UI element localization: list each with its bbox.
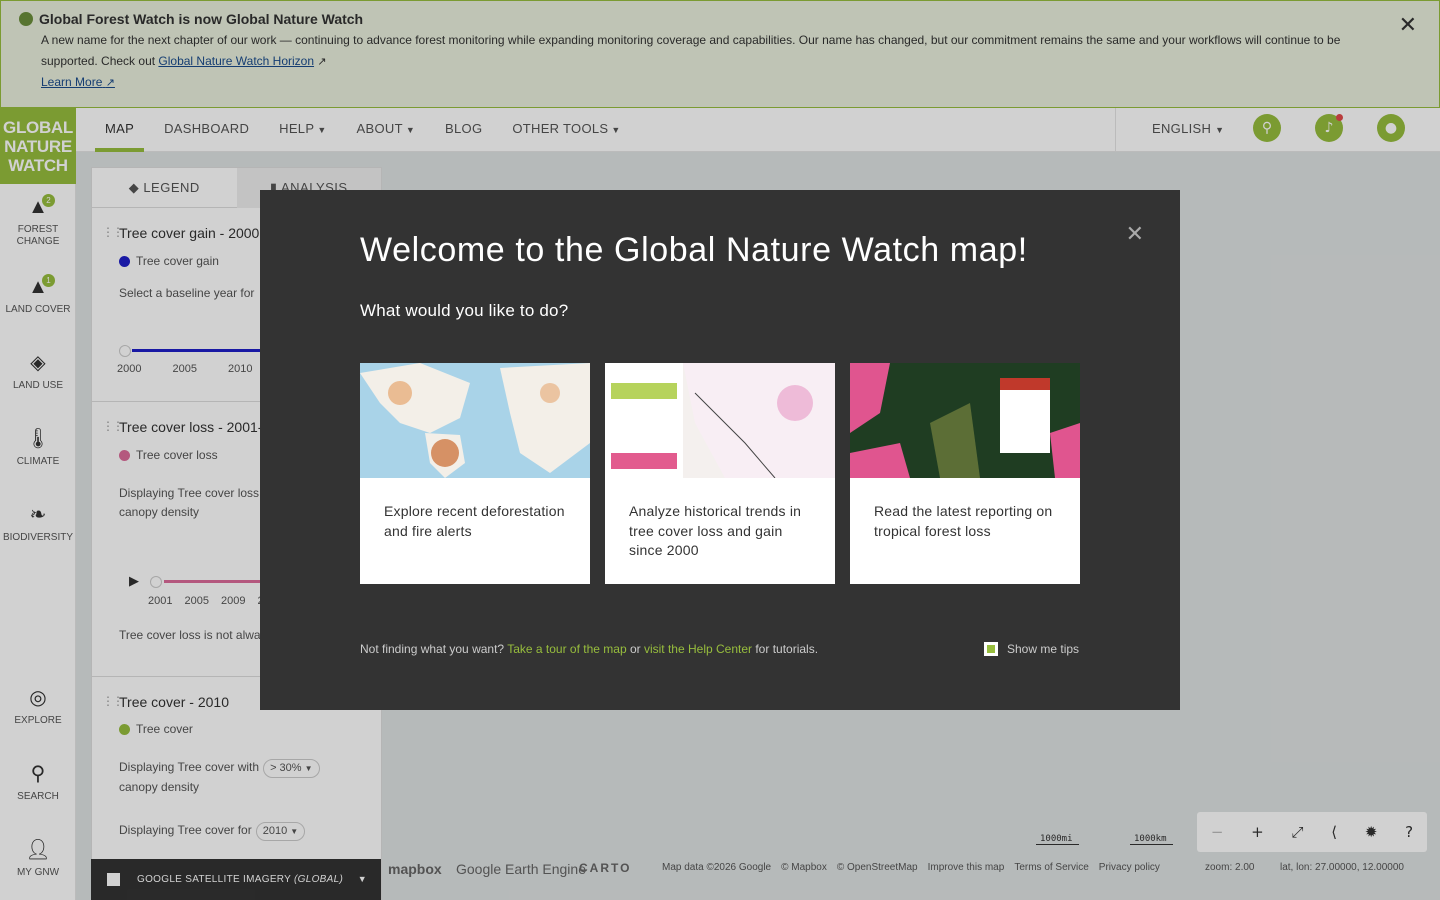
card-read-reporting[interactable]: Read the latest reporting on tropical fo… xyxy=(850,363,1080,584)
card-label: Explore recent deforestation and fire al… xyxy=(384,503,565,539)
card-thumbnail-chart xyxy=(605,363,835,478)
footer-text: Not finding what you want? xyxy=(360,642,508,656)
modal-close-icon[interactable]: ✕ xyxy=(1126,222,1144,247)
card-thumbnail-satellite xyxy=(850,363,1080,478)
card-label: Analyze historical trends in tree cover … xyxy=(629,503,802,558)
welcome-modal: ✕ Welcome to the Global Nature Watch map… xyxy=(260,190,1180,710)
modal-subtitle: What would you like to do? xyxy=(360,301,569,320)
trends-illustration xyxy=(605,363,835,478)
modal-footer-text: Not finding what you want? Take a tour o… xyxy=(360,642,818,656)
show-tips-checkbox[interactable] xyxy=(984,642,998,656)
tour-link[interactable]: Take a tour of the map xyxy=(507,642,626,656)
option-cards: Explore recent deforestation and fire al… xyxy=(360,363,1080,584)
help-center-link[interactable]: visit the Help Center xyxy=(644,642,752,656)
world-map-illustration xyxy=(360,363,590,478)
show-tips-label: Show me tips xyxy=(1007,642,1080,656)
card-analyze-trends[interactable]: Analyze historical trends in tree cover … xyxy=(605,363,835,584)
show-tips-toggle[interactable]: Show me tips xyxy=(984,642,1079,656)
modal-title: Welcome to the Global Nature Watch map! xyxy=(360,231,1028,269)
footer-text: for tutorials. xyxy=(752,642,819,656)
card-label: Read the latest reporting on tropical fo… xyxy=(874,503,1053,539)
footer-text: or xyxy=(626,642,644,656)
card-explore-alerts[interactable]: Explore recent deforestation and fire al… xyxy=(360,363,590,584)
satellite-illustration xyxy=(850,363,1080,478)
card-thumbnail-map xyxy=(360,363,590,478)
